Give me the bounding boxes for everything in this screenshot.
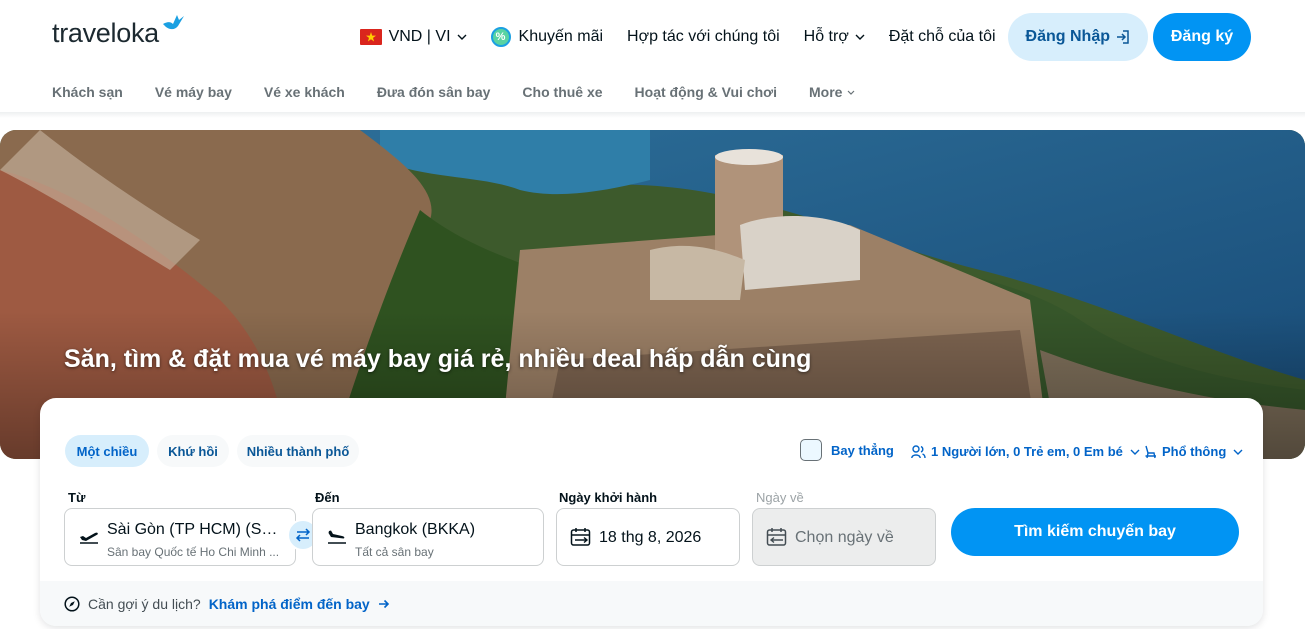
subnav-item-activities[interactable]: Hoạt động & Vui chơi xyxy=(635,84,777,100)
product-subnav: Khách sạn Vé máy bay Vé xe khách Đưa đón… xyxy=(52,82,887,102)
search-flights-button[interactable]: Tìm kiếm chuyến bay xyxy=(951,508,1239,556)
subnav-item-more[interactable]: More xyxy=(809,84,855,100)
depart-date-label: Ngày khởi hành xyxy=(559,490,658,505)
direct-flight-label: Bay thẳng xyxy=(831,442,894,458)
explore-destinations-link[interactable]: Khám phá điểm đến bay xyxy=(209,596,370,612)
login-button[interactable]: Đăng Nhập xyxy=(1007,13,1148,61)
traveloka-logo[interactable]: traveloka xyxy=(52,15,185,49)
direct-flight-option[interactable]: Bay thẳng xyxy=(800,439,894,461)
cabin-class-label: Phổ thông xyxy=(1162,444,1227,459)
seat-icon xyxy=(1145,445,1156,458)
return-date-placeholder: Chọn ngày về xyxy=(795,529,894,546)
partner-link[interactable]: Hợp tác với chúng tôi xyxy=(627,28,780,46)
signup-button[interactable]: Đăng ký xyxy=(1153,13,1251,61)
top-header: traveloka VND | VI % Khuyến mãi Hợp tác … xyxy=(0,0,1305,74)
subnav-item-hotels[interactable]: Khách sạn xyxy=(52,84,123,100)
search-flights-label: Tìm kiếm chuyến bay xyxy=(1014,523,1176,540)
suggestion-text: Cần gợi ý du lịch? xyxy=(88,595,201,612)
hero-title: Săn, tìm & đặt mua vé máy bay giá rẻ, nh… xyxy=(64,345,812,373)
calendar-icon xyxy=(570,528,591,546)
cabin-class-selector[interactable]: Phổ thông xyxy=(1144,444,1243,459)
my-bookings-link[interactable]: Đặt chỗ của tôi xyxy=(889,28,996,46)
currency-language-label: VND | VI xyxy=(388,28,451,45)
chevron-down-icon xyxy=(848,90,855,95)
flight-search-card: Một chiều Khứ hồi Nhiều thành phố Bay th… xyxy=(40,398,1263,626)
to-field[interactable]: Bangkok (BKKA) Tất cả sân bay xyxy=(312,508,544,566)
return-date-label: Ngày về xyxy=(756,490,804,505)
chevron-down-icon xyxy=(457,34,467,40)
passenger-label: 1 Người lớn, 0 Trẻ em, 0 Em bé xyxy=(931,444,1123,459)
depart-date-value: 18 thg 8, 2026 xyxy=(599,529,702,546)
trip-type-one-way[interactable]: Một chiều xyxy=(65,435,149,467)
login-arrow-icon xyxy=(1117,30,1129,44)
currency-language-selector[interactable]: VND | VI xyxy=(359,28,467,46)
to-city: Bangkok (BKKA) xyxy=(355,521,476,538)
from-label: Từ xyxy=(68,490,86,505)
to-label: Đến xyxy=(315,490,340,505)
support-label: Hỗ trợ xyxy=(803,28,849,45)
plane-takeoff-icon xyxy=(80,532,98,544)
top-nav: VND | VI % Khuyến mãi Hợp tác với chúng … xyxy=(359,13,1251,61)
support-menu[interactable]: Hỗ trợ xyxy=(804,28,865,46)
subnav-item-flights[interactable]: Vé máy bay xyxy=(155,84,232,100)
plane-landing-icon xyxy=(328,530,346,544)
logo-text: traveloka xyxy=(52,18,159,48)
subnav-item-car-rental[interactable]: Cho thuê xe xyxy=(522,84,602,100)
from-city: Sài Gòn (TP HCM) (SGN) xyxy=(107,521,287,538)
vietnam-flag-icon xyxy=(359,29,382,45)
chevron-down-icon xyxy=(1233,449,1243,455)
subnav-item-bus[interactable]: Vé xe khách xyxy=(264,84,345,100)
trip-type-round-trip[interactable]: Khứ hồi xyxy=(157,435,229,467)
subnav-item-airport-transfer[interactable]: Đưa đón sân bay xyxy=(377,84,491,100)
promotions-label: Khuyến mãi xyxy=(518,28,604,45)
passengers-icon xyxy=(911,444,926,458)
arrow-right-icon[interactable] xyxy=(378,598,390,610)
trip-type-multi-city[interactable]: Nhiều thành phố xyxy=(237,435,359,467)
travel-suggestion-bar: Cần gợi ý du lịch? Khám phá điểm đến bay xyxy=(40,581,1263,626)
direct-flight-checkbox[interactable] xyxy=(800,439,822,461)
from-airport: Sân bay Quốc tế Ho Chi Minh ... xyxy=(107,545,280,559)
return-date-field[interactable]: Chọn ngày về xyxy=(752,508,936,566)
swap-arrows-icon xyxy=(295,528,311,542)
chevron-down-icon xyxy=(1130,449,1140,455)
promotions-link[interactable]: % Khuyến mãi xyxy=(490,27,604,47)
signup-label: Đăng ký xyxy=(1170,28,1234,45)
percent-badge-icon: % xyxy=(490,27,511,47)
from-field[interactable]: Sài Gòn (TP HCM) (SGN) Sân bay Quốc tế H… xyxy=(64,508,296,566)
more-label: More xyxy=(808,84,843,100)
chevron-down-icon xyxy=(855,34,865,40)
subnav-divider xyxy=(0,112,1305,118)
bird-logo-icon xyxy=(162,15,184,30)
calendar-return-icon xyxy=(766,528,787,546)
login-label: Đăng Nhập xyxy=(1025,28,1110,45)
passenger-selector[interactable]: 1 Người lớn, 0 Trẻ em, 0 Em bé xyxy=(911,444,1140,459)
partner-label: Hợp tác với chúng tôi xyxy=(627,28,780,45)
to-airport: Tất cả sân bay xyxy=(355,545,434,559)
compass-icon xyxy=(64,595,80,612)
depart-date-field[interactable]: 18 thg 8, 2026 xyxy=(556,508,740,566)
my-bookings-label: Đặt chỗ của tôi xyxy=(888,28,996,45)
